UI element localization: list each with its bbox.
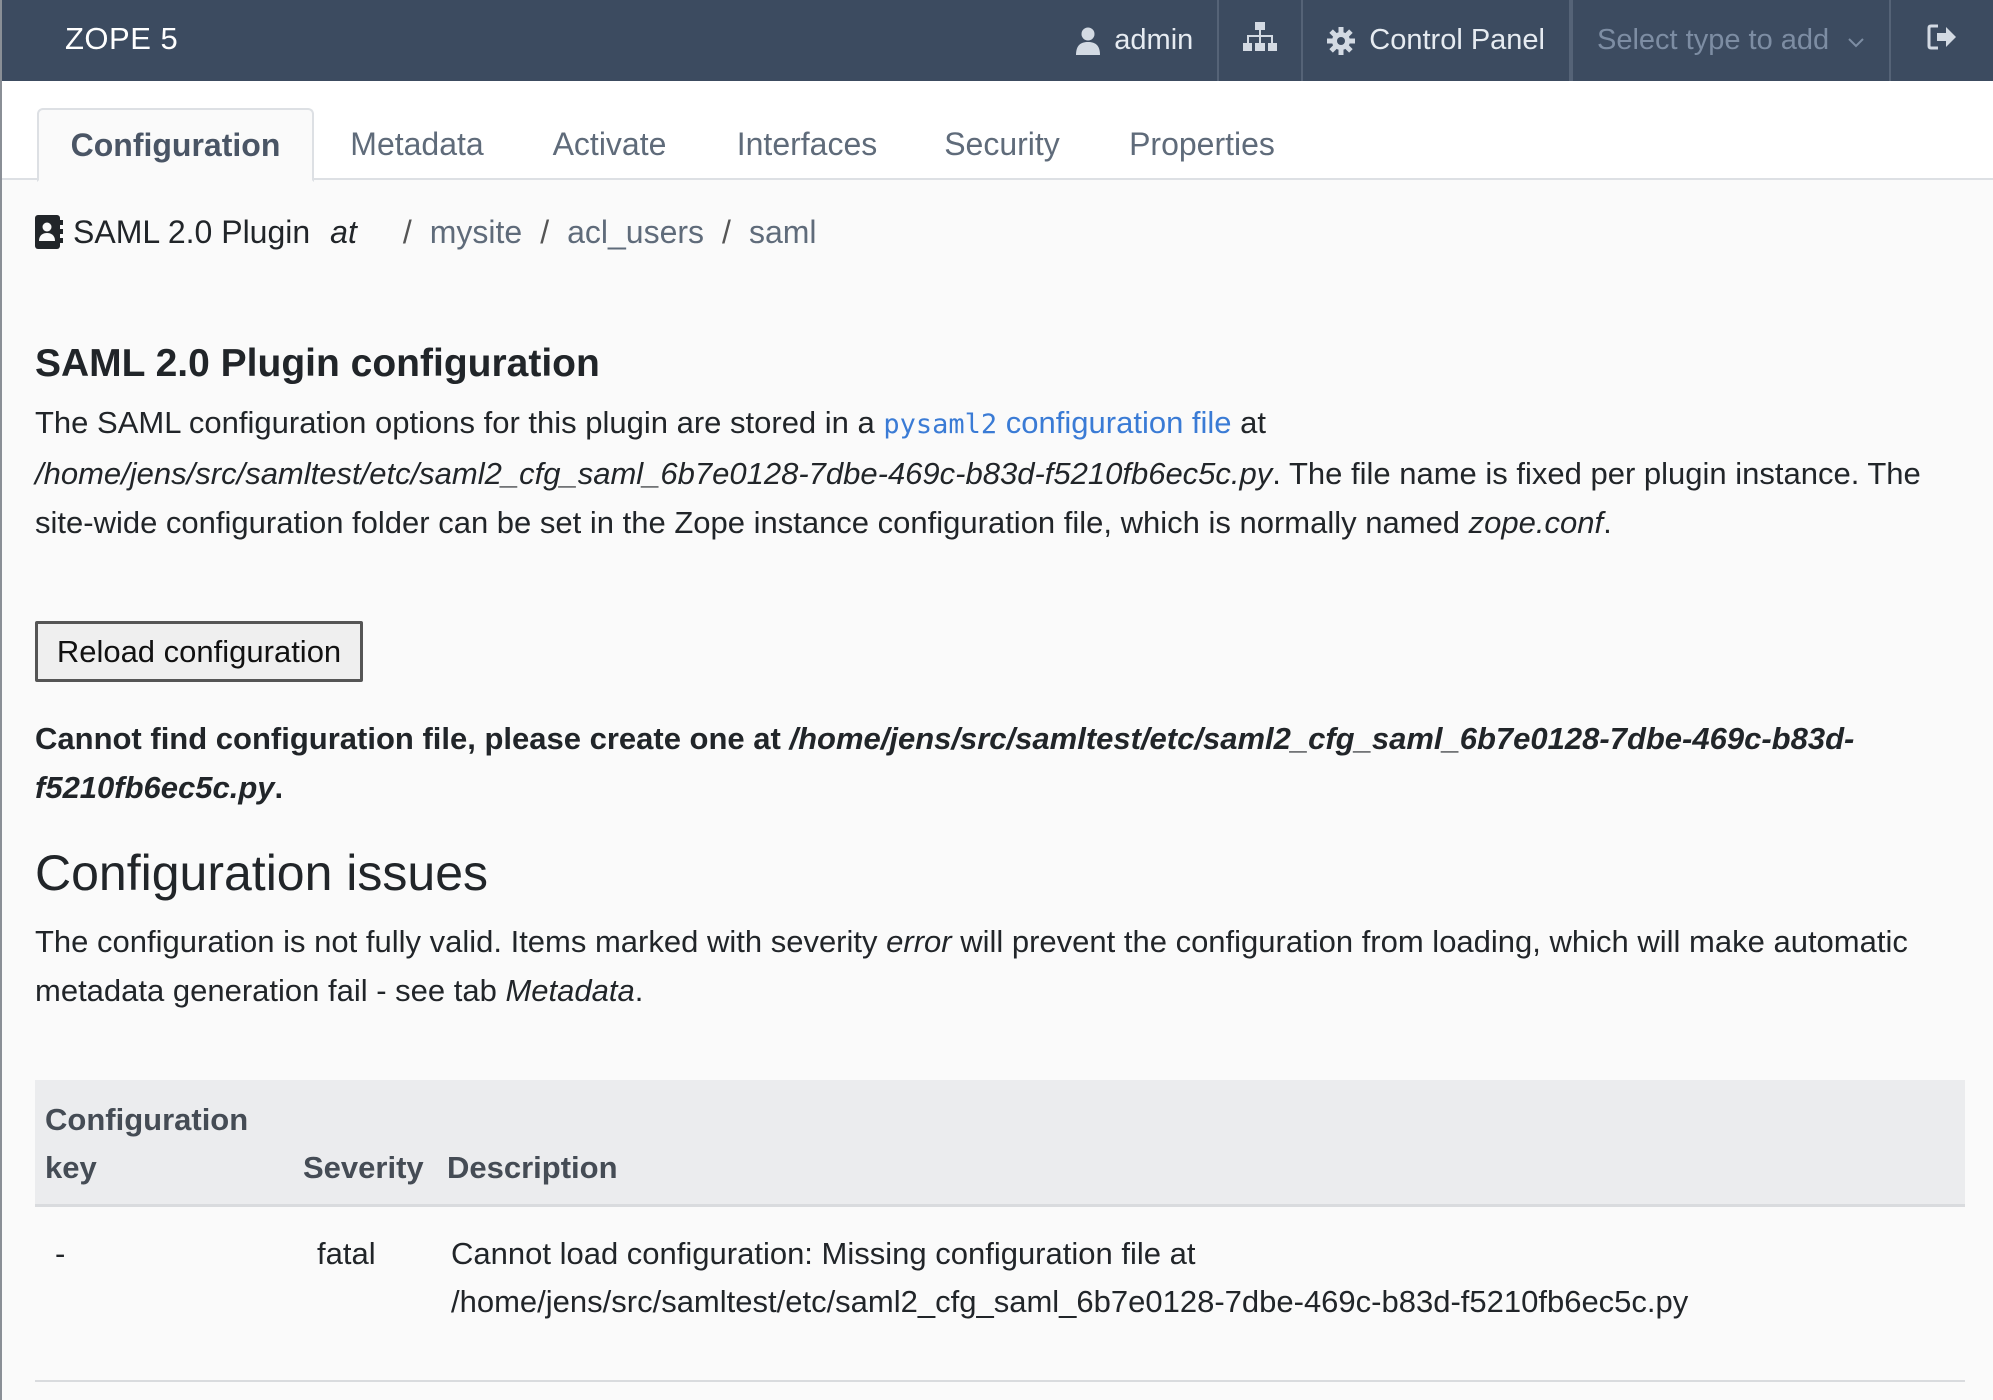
breadcrumb-at: at [330, 213, 357, 250]
cell-severity: fatal [293, 1205, 437, 1382]
config-path: /home/jens/src/samltest/etc/saml2_cfg_sa… [35, 456, 1273, 491]
breadcrumb-mysite[interactable]: mysite [430, 214, 522, 251]
pysaml2-link[interactable]: pysaml2 [883, 409, 997, 440]
tab-configuration[interactable]: Configuration [37, 108, 314, 182]
brand-logo[interactable]: ZOPE 5 [2, 0, 178, 78]
zope-conf-name: zope.conf [1468, 505, 1604, 540]
table-header-row: Configuration key Severity Description [35, 1080, 1965, 1207]
logout-button[interactable] [1891, 0, 1993, 81]
column-header-description: Description [437, 1080, 1965, 1207]
breadcrumb-separator: / [722, 213, 731, 250]
column-header-config-key: Configuration key [35, 1080, 293, 1207]
sitemap-button[interactable] [1219, 0, 1304, 81]
table-row: - fatal Cannot load configuration: Missi… [35, 1205, 1965, 1382]
column-header-severity: Severity [293, 1080, 437, 1207]
tab-activate[interactable]: Activate [532, 108, 687, 180]
breadcrumb-separator: / [402, 213, 412, 250]
tab-properties[interactable]: Properties [1117, 108, 1287, 180]
missing-config-error: Cannot find configuration file, please c… [35, 721, 1855, 805]
user-icon [1076, 27, 1101, 55]
tab-security[interactable]: Security [922, 108, 1082, 180]
logout-icon [1927, 23, 1957, 59]
tab-interfaces[interactable]: Interfaces [722, 108, 892, 180]
issues-table: Configuration key Severity Description -… [35, 1080, 1965, 1382]
control-panel-link[interactable]: Control Panel [1303, 0, 1571, 81]
config-heading: SAML 2.0 Plugin configuration [35, 342, 600, 385]
gear-icon [1327, 26, 1356, 55]
page: ZOPE 5 admin Control Panel Select type t… [0, 0, 1993, 1400]
sitemap-icon [1243, 21, 1278, 60]
chevron-down-icon [1847, 24, 1865, 57]
control-panel-label: Control Panel [1369, 24, 1545, 56]
add-type-placeholder: Select type to add [1597, 24, 1830, 56]
user-name: admin [1114, 24, 1194, 56]
tab-metadata[interactable]: Metadata [332, 108, 502, 180]
issues-description: The configuration is not fully valid. It… [35, 924, 1908, 1008]
reload-configuration-button[interactable]: Reload configuration [35, 621, 363, 682]
breadcrumb-separator: / [540, 213, 550, 250]
cell-config-key: - [35, 1205, 293, 1382]
address-book-icon [35, 215, 63, 249]
cell-description: Cannot load configuration: Missing confi… [437, 1205, 1965, 1382]
config-intro: The SAML configuration options for this … [35, 405, 1921, 540]
user-menu[interactable]: admin [1076, 0, 1220, 81]
breadcrumb-saml[interactable]: saml [749, 214, 817, 251]
object-title: SAML 2.0 Plugin [73, 213, 311, 250]
add-type-select[interactable]: Select type to add [1571, 0, 1891, 81]
tab-bar: Configuration Metadata Activate Interfac… [2, 81, 1993, 182]
config-section: SAML 2.0 Plugin configuration The SAML c… [35, 340, 1965, 547]
top-navbar: ZOPE 5 admin Control Panel Select type t… [2, 0, 1993, 81]
breadcrumb: SAML 2.0 Plugin at / mysite / acl_users … [35, 210, 817, 254]
breadcrumb-acl-users[interactable]: acl_users [567, 214, 704, 251]
issues-heading: Configuration issues [35, 845, 489, 901]
configuration-file-link[interactable]: configuration file [997, 405, 1232, 440]
